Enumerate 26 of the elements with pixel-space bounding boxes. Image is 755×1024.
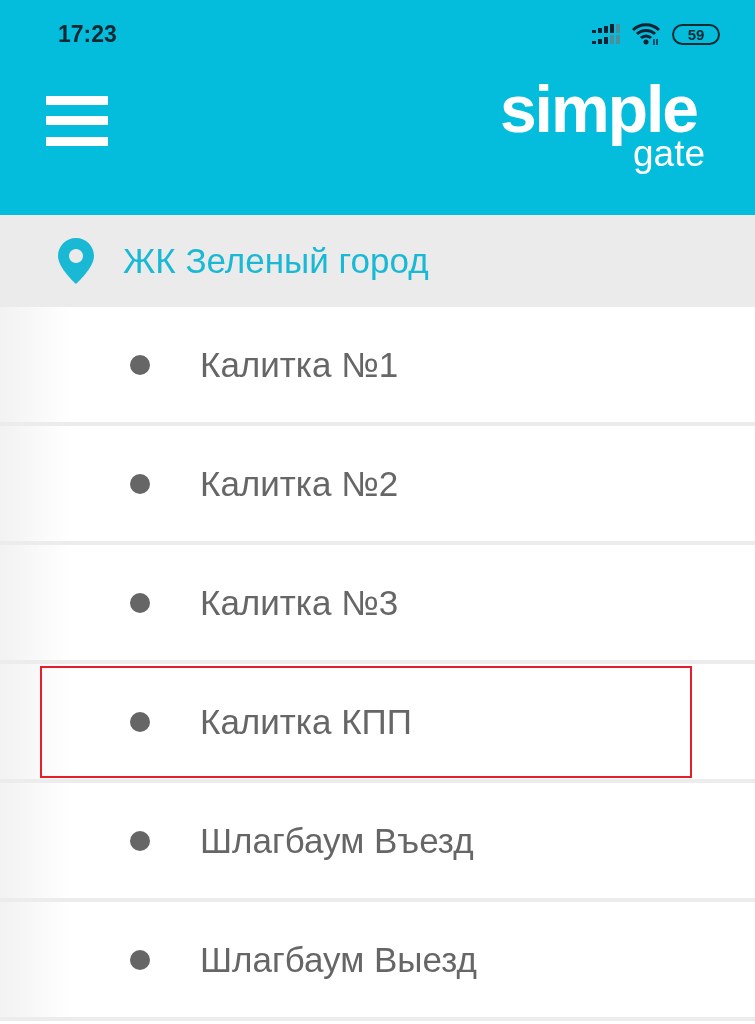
location-name: ЖК Зеленый город — [123, 241, 429, 281]
gate-name: Шлагбаум Въезд — [200, 820, 474, 861]
gate-name: Калитка №3 — [200, 582, 399, 623]
menu-icon — [46, 96, 108, 146]
gate-name: Шлагбаум Выезд — [200, 939, 477, 980]
gate-name: Калитка КПП — [200, 701, 412, 742]
status-dot-icon — [130, 830, 150, 851]
gate-list-item[interactable]: Шлагбаум Въезд — [0, 783, 755, 902]
menu-button[interactable] — [46, 96, 108, 146]
battery-indicator: 59 — [672, 23, 720, 45]
status-dot-icon — [130, 473, 150, 494]
location-pin-icon — [58, 238, 94, 284]
status-dot-icon — [130, 949, 150, 970]
gate-list-item[interactable]: Калитка №2 — [0, 426, 755, 545]
status-time: 17:23 — [58, 20, 117, 48]
gate-list-item[interactable]: Калитка №1 — [0, 307, 755, 426]
gate-list-item[interactable]: Калитка №3 — [0, 545, 755, 664]
gate-name: Калитка №2 — [200, 463, 399, 504]
gate-list-item[interactable]: Калитка КПП — [0, 664, 755, 783]
gate-name: Калитка №1 — [200, 344, 399, 385]
status-dot-icon — [130, 711, 150, 732]
status-dot-icon — [130, 592, 150, 613]
signal-icon — [592, 24, 620, 44]
gate-list-item[interactable]: Шлагбаум Выезд — [0, 902, 755, 1021]
status-dot-icon — [130, 354, 150, 375]
wifi-icon — [632, 23, 660, 45]
